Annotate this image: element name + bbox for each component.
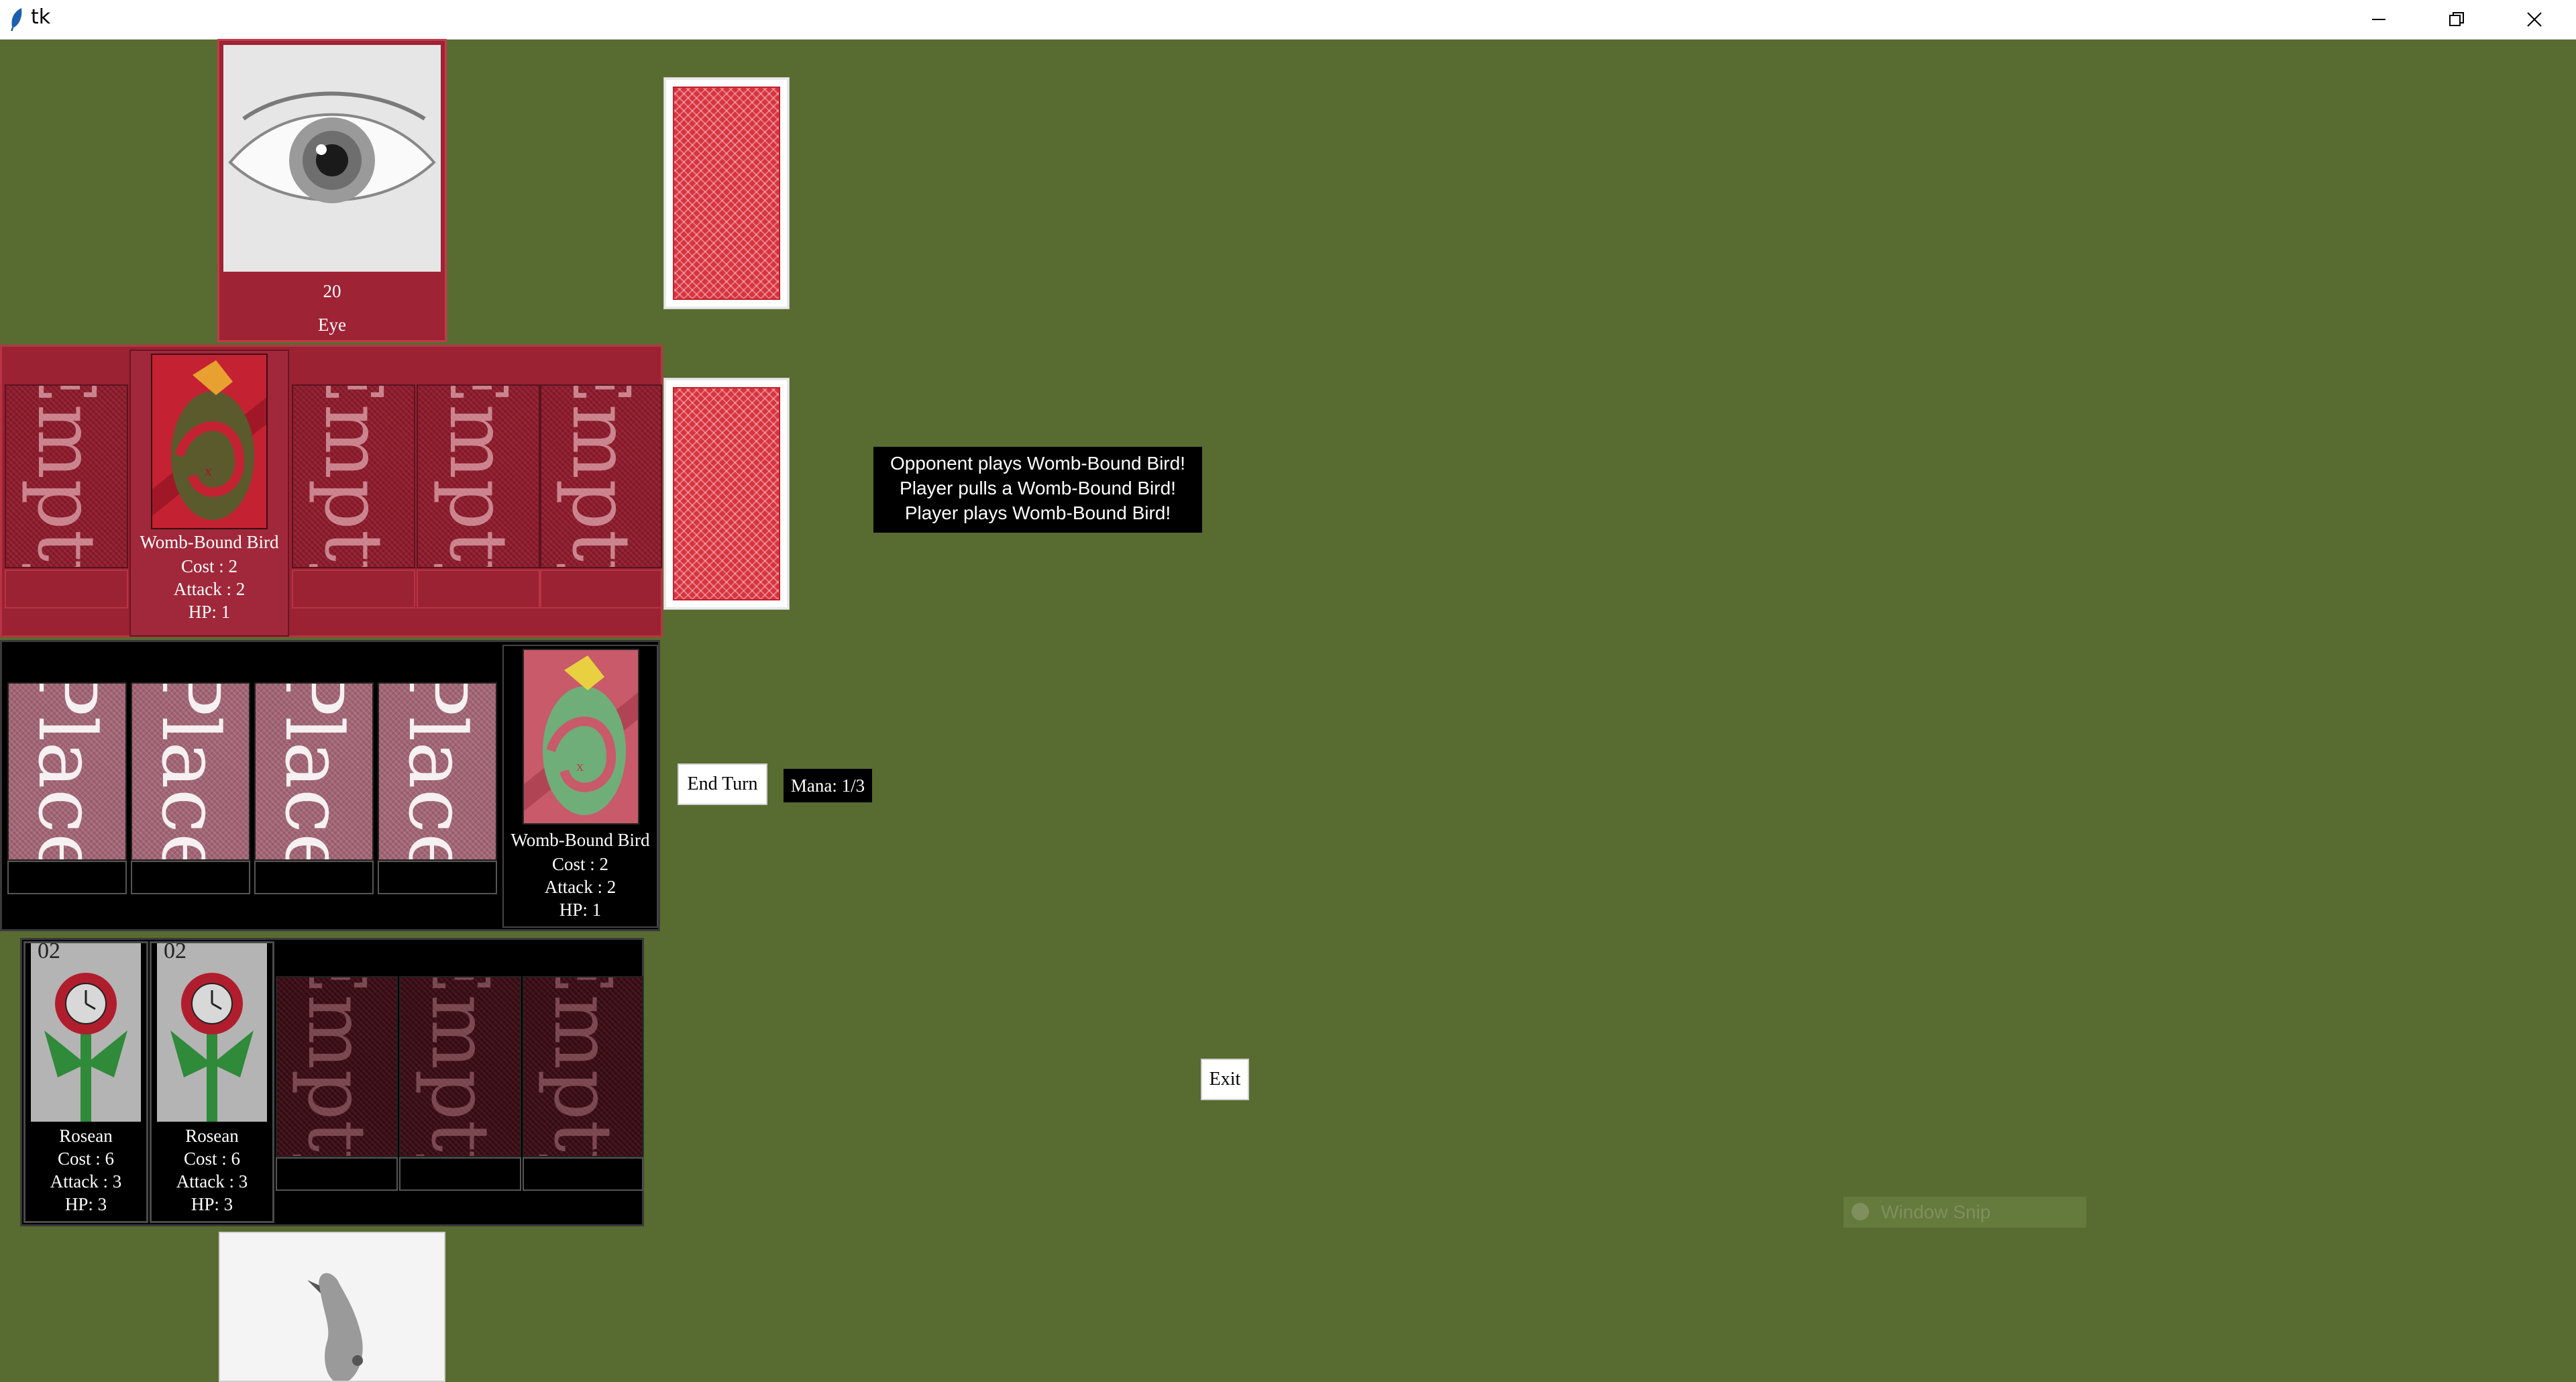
hand-card-attack: Attack : 3 [50, 1171, 122, 1191]
log-line: Player pulls a Womb-Bound Bird! [900, 478, 1176, 498]
hand-card-cost: Cost : 6 [183, 1149, 241, 1169]
hand-slot-frame [399, 1157, 521, 1191]
card-back-pattern [673, 87, 780, 300]
opponent-slot-frame [540, 570, 662, 608]
opponent-deck[interactable] [664, 78, 789, 309]
close-icon [2527, 12, 2542, 27]
opponent-slot-4[interactable]: Empty [417, 384, 540, 568]
game-log: Opponent plays Womb-Bound Bird! Player p… [873, 447, 1202, 533]
hand-card-hp: HP: 3 [191, 1194, 233, 1214]
restore-button[interactable] [2418, 0, 2496, 39]
opponent-slot-3[interactable]: Empty [292, 384, 415, 568]
rosean-art: 02 [157, 943, 267, 1122]
place-slot-label: Place [256, 684, 372, 859]
mana-label: Mana: 1/3 [784, 769, 872, 802]
womb-bound-bird-art: x [523, 649, 639, 825]
empty-slot-label: Empty [277, 977, 396, 1156]
player-card-cost: Cost : 2 [551, 854, 609, 874]
hand-card-cost: Cost : 6 [57, 1149, 115, 1169]
card-back-pattern [673, 387, 780, 600]
hand-card-2[interactable]: 02 Rosean Cost : 6 Attack : 3 HP: 3 [150, 941, 274, 1223]
hand-slot-frame [276, 1157, 398, 1191]
empty-slot-label: Empty [541, 386, 661, 567]
opponent-slot-5[interactable]: Empty [540, 384, 662, 568]
end-turn-button[interactable]: End Turn [678, 763, 767, 805]
player-card-attack: Attack : 2 [544, 877, 616, 897]
window-snip-label: Window Snip [1881, 1202, 1991, 1222]
womb-bound-bird-art: x [151, 354, 268, 529]
hand-card-corner: 02 [38, 943, 60, 963]
place-slot-label: Place [9, 684, 125, 859]
hand-card-name: Rosean [59, 1126, 113, 1146]
player-slot-4[interactable]: Place [378, 682, 497, 861]
minimize-button[interactable] [2340, 0, 2418, 39]
player-slot-frame [131, 861, 250, 894]
player-field: Place Place Place Place x Womb-Bound Bir… [0, 640, 660, 931]
rosean-art: 02 [31, 943, 141, 1122]
feather-icon [11, 8, 22, 31]
window-title: tk [31, 5, 51, 29]
hand-card-attack: Attack : 3 [176, 1171, 248, 1191]
hand-slot-5[interactable]: Empty [523, 976, 643, 1157]
player-card-name: Womb-Bound Bird [511, 830, 650, 850]
player-slot-1[interactable]: Place [7, 682, 127, 861]
hand-card-hp: HP: 3 [64, 1194, 107, 1214]
place-slot-label: Place [379, 684, 496, 859]
svg-text:x: x [576, 757, 584, 774]
player-slot-2[interactable]: Place [131, 682, 250, 861]
eye-icon [223, 45, 441, 272]
empty-slot-label: Empty [524, 977, 642, 1156]
exit-button[interactable]: Exit [1201, 1059, 1249, 1100]
hand-slot-3[interactable]: Empty [276, 976, 398, 1157]
opponent-card-name: Womb-Bound Bird [140, 532, 279, 552]
log-line: Opponent plays Womb-Bound Bird! [890, 453, 1185, 474]
opponent-field: Empty x Womb-Bound Bird Cost : 2 Attack … [0, 345, 663, 637]
snip-icon [1851, 1203, 1869, 1220]
empty-slot-label: Empty [400, 977, 520, 1156]
hand-slot-frame [523, 1157, 643, 1191]
player-hand: 02 Rosean Cost : 6 Attack : 3 HP: 3 02 R… [20, 938, 644, 1226]
opponent-played-card[interactable]: x Womb-Bound Bird Cost : 2 Attack : 2 HP… [129, 350, 289, 637]
opponent-card-hp: HP: 1 [188, 602, 231, 622]
opponent-portrait-image [223, 45, 441, 272]
rosean-icon: 02 [157, 943, 267, 1122]
player-slot-frame [7, 861, 127, 894]
hand-card-name: Rosean [185, 1126, 239, 1146]
player-card-hp: HP: 1 [559, 900, 602, 920]
rosean-icon: 02 [31, 943, 141, 1122]
opponent-slot-1[interactable]: Empty [5, 384, 128, 568]
hand-card-corner: 02 [164, 943, 186, 963]
empty-slot-label: Empty [293, 386, 414, 567]
close-button[interactable] [2496, 0, 2573, 39]
minimize-icon [2372, 19, 2385, 20]
empty-slot-label: Empty [418, 386, 539, 567]
opponent-slot-frame [5, 570, 128, 608]
player-slot-frame [378, 861, 497, 894]
opponent-slot-frame [417, 570, 540, 608]
opponent-portrait-card: 20 Eye [217, 39, 447, 342]
log-line: Player plays Womb-Bound Bird! [904, 502, 1171, 523]
player-slot-3[interactable]: Place [254, 682, 374, 861]
opponent-card-attack: Attack : 2 [173, 579, 246, 599]
svg-text:x: x [205, 462, 212, 479]
player-deck[interactable] [664, 378, 789, 609]
player-portrait-card [219, 1232, 445, 1382]
opponent-portrait-name: Eye [318, 315, 346, 335]
bird-icon: x [152, 355, 266, 528]
player-portrait-icon [220, 1233, 444, 1381]
opponent-portrait-hp: 20 [323, 281, 341, 301]
window-snip-tooltip: Window Snip [1843, 1197, 2086, 1228]
opponent-card-cost: Cost : 2 [180, 556, 238, 576]
bird-icon: x [524, 650, 638, 823]
window-titlebar: tk [0, 0, 2576, 40]
player-slot-frame [254, 861, 374, 894]
hand-slot-4[interactable]: Empty [399, 976, 521, 1157]
place-slot-label: Place [132, 684, 249, 859]
player-pending-card[interactable]: x Womb-Bound Bird Cost : 2 Attack : 2 HP… [502, 645, 658, 928]
empty-slot-label: Empty [6, 386, 127, 567]
opponent-slot-frame [292, 570, 415, 608]
hand-card-1[interactable]: 02 Rosean Cost : 6 Attack : 3 HP: 3 [23, 941, 148, 1223]
restore-icon [2449, 12, 2464, 26]
